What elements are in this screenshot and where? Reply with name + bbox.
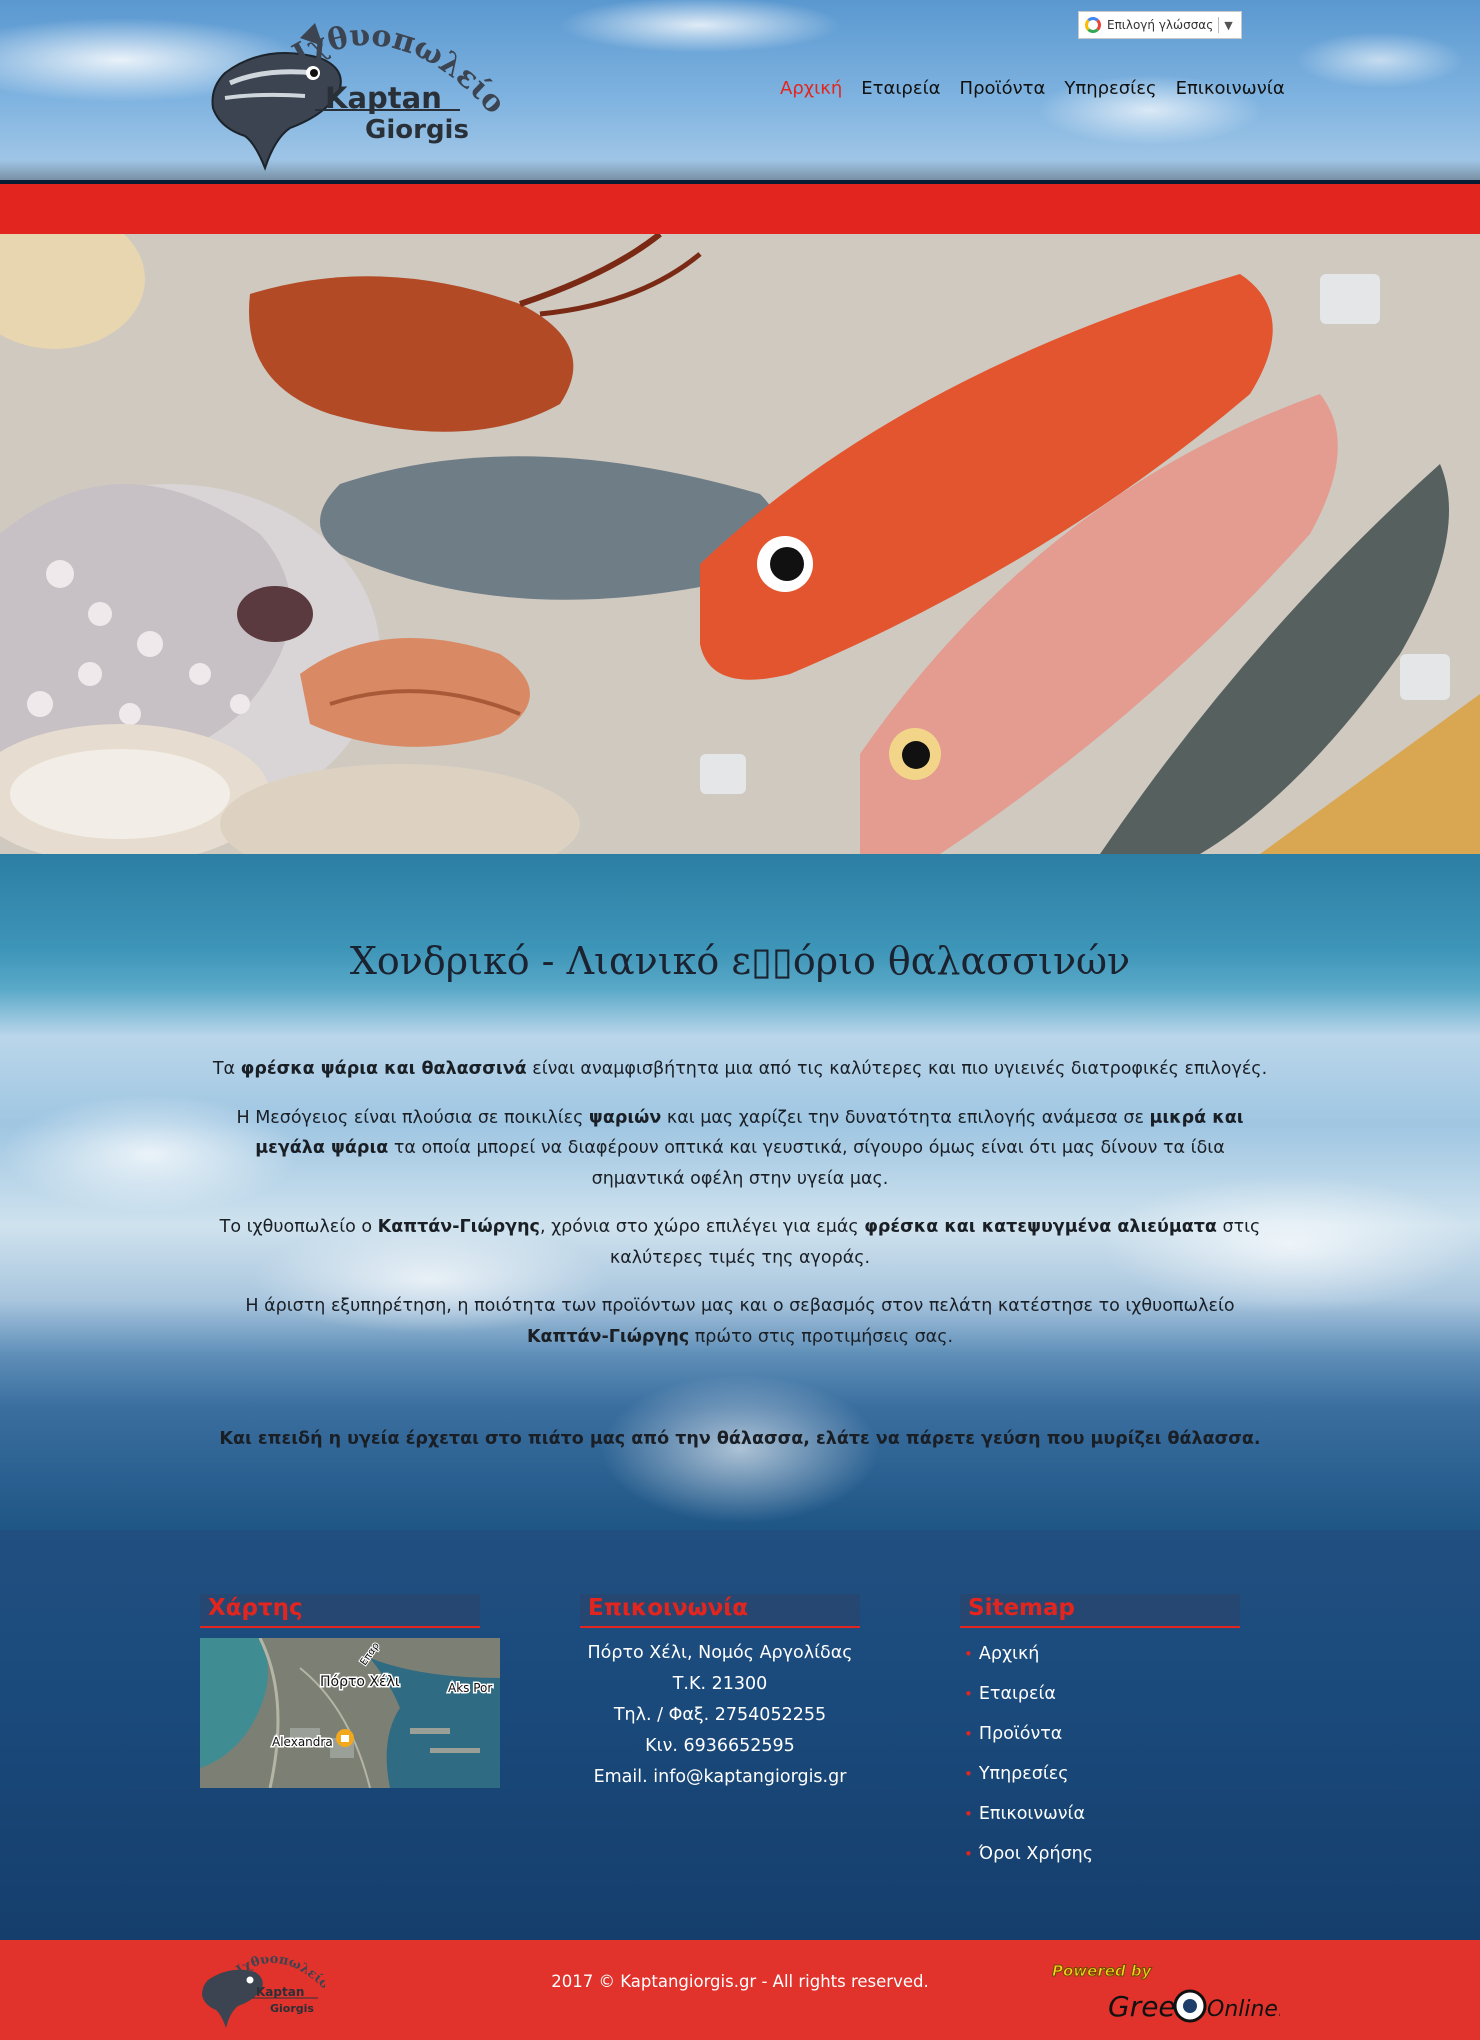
nav-item-products[interactable]: Προϊόντα <box>960 78 1046 99</box>
eye-icon <box>1173 1989 1207 2023</box>
language-selector-label: Επιλογή γλώσσας <box>1107 18 1214 32</box>
powered-by-badge[interactable]: Powered by Greek Online.gr <box>1050 1954 1310 2030</box>
bullet-dot-icon: • <box>964 1765 973 1783</box>
footer-contact-column: Επικοινωνία Πόρτο Χέλι, Νομός Αργολίδας … <box>580 1594 860 1793</box>
sitemap-item-terms[interactable]: • Όροι Χρήσης <box>960 1834 1240 1874</box>
intro-paragraph-1: Τα φρέσκα ψάρια και θαλασσινά είναι αναμ… <box>210 1054 1270 1085</box>
map-label-town: Πόρτο Χέλι <box>320 1674 400 1690</box>
contact-email[interactable]: Email. info@kaptangiorgis.gr <box>580 1762 860 1793</box>
page-title: Χονδρικό - Λιανικό ε▯▯όριο θαλασσινών <box>349 939 1131 983</box>
footer-map-column: Χάρτης Πόρτο Χέλι Alexandra Aks Por Επαρ <box>200 1594 500 1788</box>
footer-sitemap-heading: Sitemap <box>960 1594 1240 1628</box>
logo-name-line2: Giorgis <box>365 115 469 145</box>
intro-paragraph-3: Το ιχθυοπωλείο ο Καπτάν-Γιώργης, χρόνια … <box>210 1212 1270 1273</box>
nav-item-services[interactable]: Υπηρεσίες <box>1064 78 1156 99</box>
emphasized-text: Καπτάν-Γιώργης <box>526 1326 690 1347</box>
contact-phone[interactable]: Τηλ. / Φαξ. 2754052255 <box>580 1700 860 1731</box>
body-text: και μας χαρίζει την δυνατότητα επιλογής … <box>661 1107 1150 1128</box>
intro-paragraph-2: Η Μεσόγειος είναι πλούσια σε ποικιλίες ψ… <box>210 1103 1270 1195</box>
footer-bottom-bar: Ιχθυοπωλείο Kaptan Giorgis 2017 © Kaptan… <box>0 1940 1480 2040</box>
nav-item-contact[interactable]: Επικοινωνία <box>1176 78 1285 99</box>
sitemap-item-services[interactable]: • Υπηρεσίες <box>960 1754 1240 1794</box>
emphasized-text: Καπτάν-Γιώργης <box>377 1217 540 1237</box>
sitemap-item-company[interactable]: • Εταιρεία <box>960 1674 1240 1714</box>
site-footer: Χάρτης Πόρτο Χέλι Alexandra Aks Por Επαρ <box>0 1530 1480 1940</box>
closing-statement: Και επειδή η υγεία έρχεται στο πιάτο μας… <box>219 1429 1261 1449</box>
seafood-illustration <box>0 234 1480 854</box>
bullet-dot-icon: • <box>964 1725 973 1743</box>
body-text: Η άριστη εξυπηρέτηση, η ποιότητα των προ… <box>245 1296 1235 1316</box>
satellite-map: Πόρτο Χέλι Alexandra Aks Por Επαρ <box>200 1638 500 1788</box>
footer-contact-heading: Επικοινωνία <box>580 1594 860 1628</box>
bullet-dot-icon: • <box>964 1685 973 1703</box>
powered-by-label: Powered by <box>1052 1962 1153 1980</box>
sitemap-item-home[interactable]: • Αρχική <box>960 1634 1240 1674</box>
body-text: Τα <box>212 1059 241 1079</box>
header-red-bar <box>0 184 1480 234</box>
nav-item-home[interactable]: Αρχική <box>780 78 842 99</box>
bullet-dot-icon: • <box>964 1645 973 1663</box>
contact-details: Πόρτο Χέλι, Νομός Αργολίδας Τ.Κ. 21300 Τ… <box>580 1638 860 1793</box>
body-text: Το ιχθυοπωλείο ο <box>219 1217 378 1237</box>
map-label-street: Aks Por <box>448 1681 492 1695</box>
contact-postcode: Τ.Κ. 21300 <box>672 1674 768 1694</box>
hero-seafood-image <box>0 234 1480 854</box>
contact-mobile[interactable]: Κιν. 6936652595 <box>580 1731 860 1762</box>
body-text: είναι αναμφισβήτητα μια από τις καλύτερε… <box>526 1059 1268 1079</box>
main-nav: Αρχική Εταιρεία Προϊόντα Υπηρεσίες Επικο… <box>780 78 1285 99</box>
location-map[interactable]: Πόρτο Χέλι Alexandra Aks Por Επαρ <box>200 1638 500 1788</box>
emphasized-text: ψαριών <box>588 1107 662 1128</box>
bullet-dot-icon: • <box>964 1805 973 1823</box>
google-translate-icon <box>1085 17 1101 33</box>
body-text: πρώτο στις προτιμήσεις σας. <box>689 1326 954 1347</box>
sitemap-item-contact[interactable]: • Επικοινωνία <box>960 1794 1240 1834</box>
nav-item-company[interactable]: Εταιρεία <box>861 78 940 99</box>
intro-text: Τα φρέσκα ψάρια και θαλασσινά είναι αναμ… <box>210 1054 1270 1473</box>
greekonline-logo: Powered by Greek Online.gr <box>1052 1962 1310 2024</box>
body-text: , χρόνια στο χώρο επιλέγει για εμάς <box>539 1217 865 1237</box>
logo-name-line1: Kaptan <box>325 81 442 115</box>
language-selector[interactable]: Επιλογή γλώσσας ▼ <box>1078 11 1242 39</box>
body-text: τα οποία μπορεί να διαφέρουν οπτικά και … <box>388 1138 1225 1189</box>
language-selector-divider <box>1218 17 1220 33</box>
map-pin-icon <box>336 1729 354 1747</box>
footer-map-heading: Χάρτης <box>200 1594 480 1628</box>
footer-sitemap-column: Sitemap • Αρχική • Εταιρεία • Προϊόντα • Υπη… <box>960 1594 1240 1874</box>
sitemap-list: • Αρχική • Εταιρεία • Προϊόντα • Υπηρεσίες •… <box>960 1634 1240 1874</box>
emphasized-text: φρέσκα ψάρια και θαλασσινά <box>240 1059 527 1079</box>
contact-address: Πόρτο Χέλι, Νομός Αργολίδας <box>587 1643 853 1663</box>
site-logo[interactable]: Ιχθυοπωλείο Kaptan Giorgis <box>205 18 512 178</box>
site-header: Ιχθυοπωλείο Kaptan Giorgis Επιλογή γλώσσ… <box>0 0 1480 184</box>
powered-by-brand-b: Online.gr <box>1207 1997 1280 2022</box>
map-label-place: Alexandra <box>272 1735 333 1749</box>
fish-logo-icon: Ιχθυοπωλείο Kaptan Giorgis <box>211 18 512 171</box>
dropdown-arrow-icon: ▼ <box>1224 18 1233 32</box>
bullet-dot-icon: • <box>964 1845 973 1863</box>
main-content-section: Χονδρικό - Λιανικό ε▯▯όριο θαλασσινών Τα… <box>0 854 1480 1530</box>
emphasized-text: φρέσκα και κατεψυγμένα αλιεύματα <box>864 1217 1217 1237</box>
body-text: Η Μεσόγειος είναι πλούσια σε ποικιλίες <box>236 1107 589 1128</box>
footer-logo-name-line2: Giorgis <box>270 2002 314 2015</box>
intro-paragraph-4: Η άριστη εξυπηρέτηση, η ποιότητα των προ… <box>210 1291 1270 1352</box>
sitemap-item-products[interactable]: • Προϊόντα <box>960 1714 1240 1754</box>
